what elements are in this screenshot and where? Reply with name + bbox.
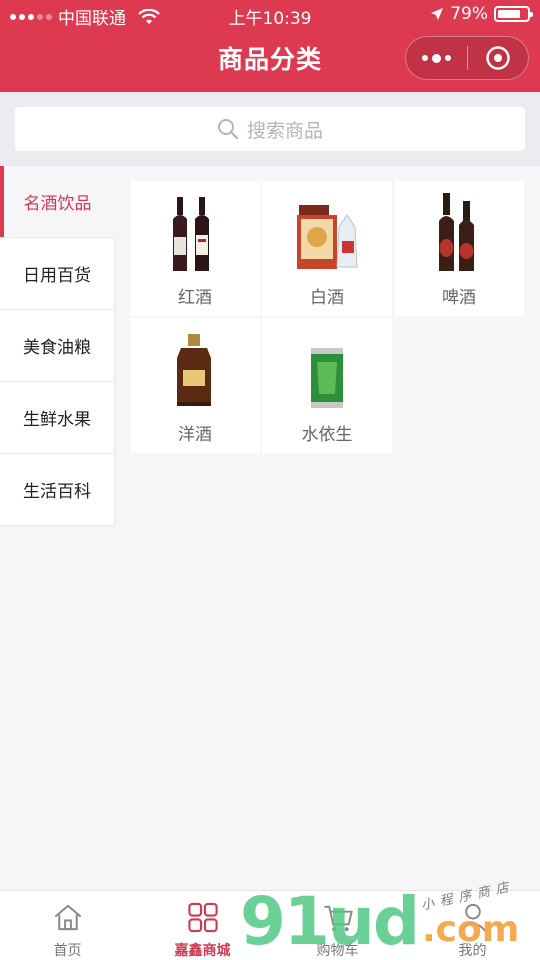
category-item-life-encyclopedia[interactable]: 生活百科: [0, 454, 115, 526]
close-program-button[interactable]: [468, 37, 529, 79]
product-tile-foreign-liquor[interactable]: 洋酒: [130, 318, 260, 453]
tab-home[interactable]: 首页: [0, 891, 135, 960]
tab-mall[interactable]: 嘉鑫商城: [135, 891, 270, 960]
category-label: 名酒饮品: [23, 194, 92, 214]
battery-percent: 79%: [450, 4, 488, 24]
mini-program-capsule: [405, 36, 529, 80]
location-arrow-icon: [431, 8, 444, 20]
tab-label: 嘉鑫商城: [174, 943, 231, 959]
search-input[interactable]: 搜索商品: [15, 107, 525, 151]
bottom-tab-bar: 首页 嘉鑫商城 购物车 我的: [0, 890, 540, 960]
category-label: 生活百科: [23, 482, 91, 502]
product-label: 洋酒: [178, 425, 212, 445]
category-sidebar: 名酒饮品 日用百货 美食油粮 生鲜水果 生活百科: [0, 166, 115, 526]
status-bar: 中国联通 上午10:39 79%: [0, 0, 540, 30]
tab-cart[interactable]: 购物车: [270, 891, 405, 960]
status-right: 79%: [430, 4, 533, 24]
product-tile-baijiu[interactable]: 白酒: [262, 181, 392, 316]
search-area: 搜索商品: [0, 92, 540, 166]
more-button[interactable]: [406, 37, 467, 79]
tab-label: 首页: [53, 943, 82, 959]
product-label: 水依生: [301, 425, 353, 445]
home-icon: [54, 904, 81, 931]
product-label: 啤酒: [442, 288, 476, 308]
search-placeholder: 搜索商品: [246, 119, 323, 142]
green-drink-can-icon: [277, 330, 377, 410]
red-wine-bottles-icon: [145, 193, 245, 273]
product-tile-shuiyisheng[interactable]: 水依生: [262, 318, 392, 453]
category-item-food-grain-oil[interactable]: 美食油粮: [0, 310, 115, 382]
tab-label: 购物车: [316, 943, 359, 959]
target-close-icon: [486, 46, 510, 70]
battery-icon: [494, 6, 533, 22]
top-header: 中国联通 上午10:39 79% 商品分类: [0, 0, 540, 92]
beer-bottles-icon: [409, 193, 509, 273]
search-icon: [217, 119, 239, 140]
user-icon: [459, 903, 486, 932]
baijiu-gift-box-icon: [277, 193, 377, 273]
battery-level: [498, 10, 521, 18]
category-item-fresh-fruit[interactable]: 生鲜水果: [0, 382, 115, 454]
product-tile-red-wine[interactable]: 红酒: [130, 181, 260, 316]
product-label: 白酒: [310, 288, 344, 308]
cart-icon: [323, 905, 353, 932]
category-label: 美食油粮: [23, 338, 91, 358]
product-label: 红酒: [178, 288, 212, 308]
category-label: 日用百货: [23, 266, 91, 286]
grid-icon: [187, 902, 218, 933]
category-item-daily-goods[interactable]: 日用百货: [0, 238, 115, 310]
tab-label: 我的: [458, 943, 487, 959]
more-dots-icon: [421, 53, 451, 63]
category-item-wine-drinks[interactable]: 名酒饮品: [0, 166, 115, 238]
category-label: 生鲜水果: [23, 410, 91, 430]
tab-profile[interactable]: 我的: [405, 891, 540, 960]
whisky-bottle-icon: [145, 330, 245, 410]
product-tile-beer[interactable]: 啤酒: [394, 181, 524, 316]
